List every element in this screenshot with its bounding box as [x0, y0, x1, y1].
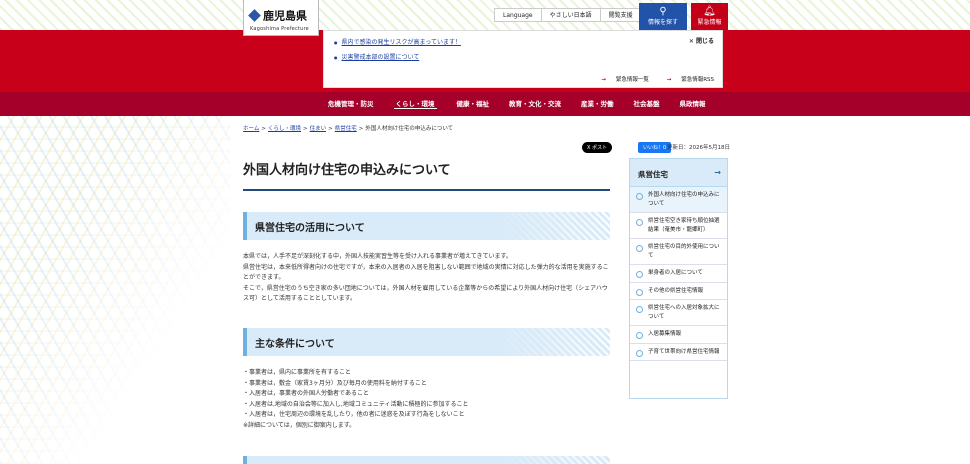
emergency-list-link[interactable]: → 緊急情報一覧	[593, 77, 649, 83]
breadcrumb-link[interactable]: 県営住宅	[335, 126, 357, 132]
sidebar-item[interactable]: 入居募集情報	[630, 326, 727, 344]
global-nav: 危機管理・防災 くらし・環境 健康・福祉 教育・文化・交流 産業・労働 社会基盤…	[0, 92, 970, 116]
list-item: ・事業者は，県内に事業所を有すること	[243, 369, 352, 376]
close-alert-button[interactable]: ✕ 閉じる	[689, 36, 714, 45]
logo-subtext: Kagoshima Prefecture	[250, 26, 309, 32]
decorative-pattern	[0, 116, 230, 464]
gnav-item-education[interactable]: 教育・文化・交流	[499, 92, 571, 116]
breadcrumb-link[interactable]: くらし・環境	[268, 126, 301, 132]
arrow-right-icon: →	[714, 168, 721, 177]
accessibility-link[interactable]: 閲覧支援	[601, 9, 641, 21]
gnav-item-living[interactable]: くらし・環境	[384, 92, 447, 116]
arrow-right-icon: →	[601, 77, 606, 83]
paragraph: そこで，県営住宅のうち空き家の多い団地については，外国人材を雇用している企業等か…	[243, 284, 608, 303]
prefecture-mark-icon	[248, 9, 261, 22]
list-item: ・事業者は，敷金（家賃3ヶ月分）及び毎月の使用料を納付すること	[243, 379, 427, 387]
top-utility-bar	[0, 0, 970, 30]
sidebar-nav: 県営住宅 → 外国人材向け住宅の申込みについて 県営住宅空き家待ち順位抽選結果（奄…	[629, 158, 728, 399]
sidebar-item[interactable]: 外国人材向け住宅の申込みについて	[630, 187, 727, 213]
breadcrumb-link[interactable]: ホーム	[243, 126, 259, 132]
easy-japanese-link[interactable]: やさしい日本語	[542, 9, 601, 21]
updated-date: 更新日：2026年5月18日	[667, 145, 730, 151]
breadcrumb-link[interactable]: 住まい	[310, 126, 327, 132]
sidebar-item[interactable]: 単身者の入居について	[630, 265, 727, 283]
sidebar-item[interactable]: 県営住宅の目的外使用について	[630, 239, 727, 265]
gnav-item-industry[interactable]: 産業・労働	[571, 92, 624, 116]
sidebar-title-label: 県営住宅	[638, 170, 668, 179]
sidebar-item[interactable]: 子育て世帯向け県営住宅情報	[630, 344, 727, 361]
alert-links: → 緊急情報一覧 → 緊急情報RSS	[585, 75, 714, 83]
paragraph: 本県では，人手不足が深刻化する中，外国人技能実習生等を受け入れる事業者が増えてき…	[243, 253, 512, 260]
gnav-item-disaster[interactable]: 危機管理・防災	[318, 92, 384, 116]
language-link[interactable]: Language	[495, 9, 542, 21]
emergency-rss-link[interactable]: → 緊急情報RSS	[659, 77, 714, 83]
section-body: 本県では，人手不足が深刻化する中，外国人技能実習生等を受け入れる事業者が増えてき…	[243, 252, 610, 305]
site-logo[interactable]: 鹿児島県 Kagoshima Prefecture	[243, 0, 319, 36]
emergency-alert-box: 県内で感染の発生リスクが高まっています！ 災害警戒本部の設置について ✕ 閉じる…	[323, 30, 723, 88]
alert-item[interactable]: 県内で感染の発生リスクが高まっています！	[334, 37, 461, 46]
emergency-label: 緊急情報	[697, 19, 722, 26]
search-icon: ⚲	[659, 6, 667, 17]
gnav-item-health[interactable]: 健康・福祉	[447, 92, 500, 116]
breadcrumb: ホーム > くらし・環境 > 住まい > 県営住宅 > 外国人材向け住宅の申込みについて	[243, 126, 454, 132]
gnav-item-government[interactable]: 県政情報	[670, 92, 716, 116]
section-heading-partial	[243, 456, 610, 464]
sidebar-item[interactable]: その他の県営住宅情報	[630, 283, 727, 300]
alert-item[interactable]: 災害警戒本部の設置について	[334, 52, 461, 61]
utility-nav: Language やさしい日本語 閲覧支援	[494, 8, 642, 22]
list-item: ・入居者は，住宅周辺の環境を乱したり，他の者に迷惑を及ぼす行為をしないこと	[243, 411, 465, 418]
section-heading: 県営住宅の活用について	[243, 212, 610, 240]
arrow-right-icon: →	[666, 77, 672, 83]
close-icon: ✕	[688, 38, 694, 45]
page-title: 外国人材向け住宅の申込みについて	[243, 158, 610, 191]
gnav-item-living-label: くらし・環境	[393, 100, 437, 109]
emergency-rss-label: 緊急情報RSS	[681, 77, 714, 83]
bell-icon: 🔔︎	[703, 6, 716, 17]
list-item: ・入居者は，事業者の外国人労働者であること	[243, 390, 369, 397]
paragraph: 県営住宅は，本来低所得者向けの住宅ですが，本来の入居者の入居を阻害しない範囲で地…	[243, 263, 609, 282]
logo-text: 鹿児島県	[263, 9, 307, 23]
conditions-list: ・事業者は，県内に事業所を有すること ・事業者は，敷金（家賃3ヶ月分）及び毎月の…	[243, 368, 610, 431]
emergency-list-label: 緊急情報一覧	[615, 77, 649, 83]
note: ※詳細については，個別に御案内します。	[243, 421, 356, 429]
close-label: 閉じる	[695, 38, 714, 45]
search-info-label: 情報を探す	[647, 19, 678, 26]
share-buttons: X ポスト いいね！0	[582, 142, 672, 153]
list-item: ・入居者は,地域の自治会等に加入し,地域コミュニティ活動に積極的に参加すること	[243, 400, 469, 408]
breadcrumb-current: 外国人材向け住宅の申込みについて	[365, 126, 454, 132]
x-post-button[interactable]: X ポスト	[582, 142, 613, 153]
sidebar-item[interactable]: 県営住宅空き家待ち順位抽選結果（奄美市・龍郷町）	[630, 213, 727, 239]
emergency-button[interactable]: 🔔︎ 緊急情報	[691, 3, 728, 30]
gnav-item-infrastructure[interactable]: 社会基盤	[624, 92, 670, 116]
sidebar-item[interactable]: 県営住宅への入居対象拡大について	[630, 300, 727, 326]
sidebar-title[interactable]: 県営住宅 →	[630, 159, 727, 187]
section-heading: 主な条件について	[243, 328, 610, 356]
search-info-button[interactable]: ⚲ 情報を探す	[639, 3, 687, 30]
